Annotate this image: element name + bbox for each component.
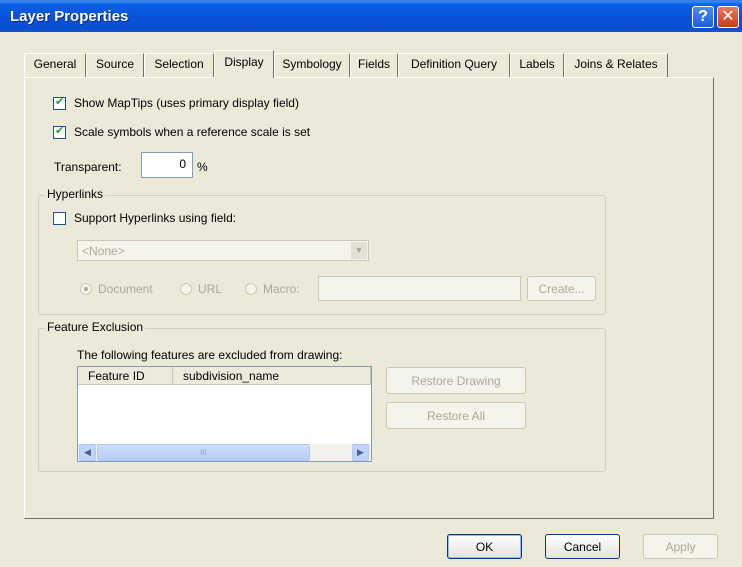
percent-label: % <box>197 160 208 174</box>
tab-definition-query[interactable]: Definition Query <box>398 53 510 77</box>
url-label: URL <box>198 282 223 296</box>
transparent-input[interactable]: 0 <box>141 152 193 178</box>
feature-exclusion-legend: Feature Exclusion <box>45 320 146 334</box>
macro-input[interactable] <box>318 276 521 301</box>
show-maptips-label: Show MapTips (uses primary display field… <box>74 96 299 110</box>
transparent-value: 0 <box>179 157 186 171</box>
close-button[interactable]: ✕ <box>717 6 739 28</box>
column-header-feature-id[interactable]: Feature ID <box>78 367 173 385</box>
tab-source[interactable]: Source <box>86 53 144 77</box>
excluded-features-caption: The following features are excluded from… <box>77 348 343 362</box>
restore-all-button[interactable]: Restore All <box>386 402 526 429</box>
scroll-right-icon[interactable]: ▶ <box>352 444 369 461</box>
restore-drawing-button[interactable]: Restore Drawing <box>386 367 526 394</box>
macro-radio[interactable] <box>245 283 257 295</box>
create-button[interactable]: Create... <box>527 276 596 301</box>
tab-general[interactable]: General <box>24 53 86 77</box>
column-header-subdivision-name[interactable]: subdivision_name <box>173 367 371 385</box>
tab-fields[interactable]: Fields <box>350 53 398 77</box>
horizontal-scrollbar[interactable]: ◀ III ▶ <box>78 444 371 461</box>
help-button[interactable]: ? <box>692 6 714 28</box>
document-radio[interactable] <box>80 283 92 295</box>
scroll-left-icon[interactable]: ◀ <box>79 444 96 461</box>
scale-symbols-checkbox[interactable] <box>53 124 66 139</box>
macro-label: Macro: <box>263 282 300 296</box>
cancel-button[interactable]: Cancel <box>545 534 620 559</box>
apply-button[interactable]: Apply <box>643 534 718 559</box>
scroll-grip: III <box>200 448 207 457</box>
support-hyperlinks-checkbox[interactable] <box>53 212 66 225</box>
ok-button[interactable]: OK <box>447 534 522 559</box>
transparent-label: Transparent: <box>54 160 122 174</box>
hyperlink-field-select[interactable]: <None> ▼ <box>77 240 369 261</box>
dropdown-arrow-icon: ▼ <box>351 242 367 259</box>
tab-symbology[interactable]: Symbology <box>274 53 350 77</box>
support-hyperlinks-label: Support Hyperlinks using field: <box>74 211 237 225</box>
scroll-thumb[interactable]: III <box>97 444 310 461</box>
scale-symbols-label: Scale symbols when a reference scale is … <box>74 125 311 139</box>
title-bar: Layer Properties ? ✕ <box>0 0 742 32</box>
url-radio[interactable] <box>180 283 192 295</box>
hyperlink-field-value: <None> <box>82 244 125 258</box>
hyperlinks-legend: Hyperlinks <box>45 187 106 201</box>
tab-labels[interactable]: Labels <box>510 53 564 77</box>
tab-display[interactable]: Display <box>214 50 274 78</box>
tab-joins-relates[interactable]: Joins & Relates <box>564 53 668 77</box>
document-label: Document <box>98 282 153 296</box>
show-maptips-checkbox[interactable] <box>53 95 66 110</box>
tab-selection[interactable]: Selection <box>144 53 214 77</box>
excluded-features-list[interactable]: Feature ID subdivision_name ◀ III ▶ <box>77 366 372 462</box>
window-title: Layer Properties <box>10 8 129 25</box>
